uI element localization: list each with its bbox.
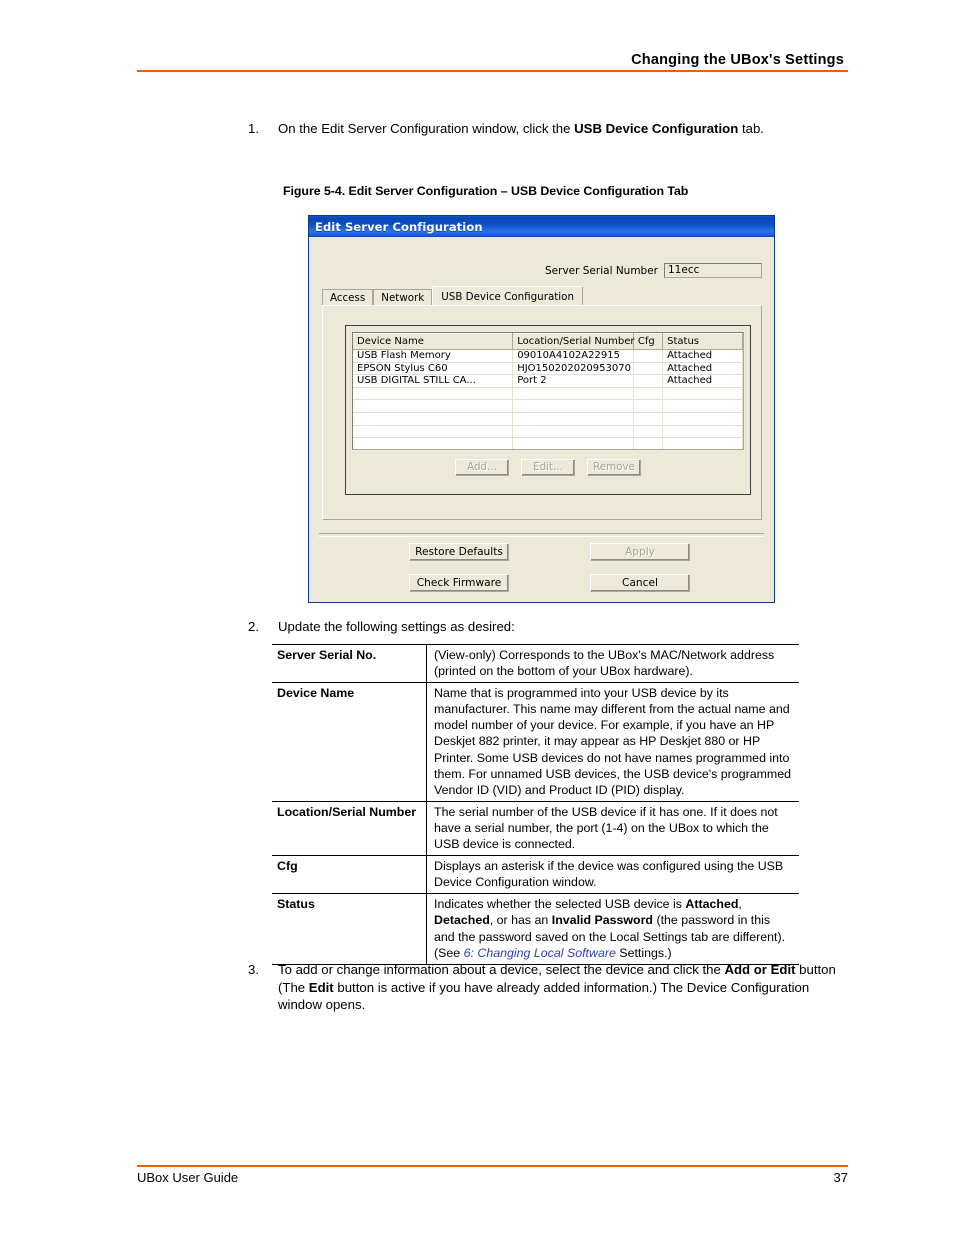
- step-2-text: Update the following settings as desired…: [278, 619, 515, 634]
- step-3: 3. To add or change information about a …: [248, 961, 848, 1014]
- settings-term: Cfg: [272, 855, 427, 895]
- cancel-button[interactable]: Cancel: [590, 574, 690, 592]
- tab-network[interactable]: Network: [373, 289, 433, 305]
- dialog-title: Edit Server Configuration: [315, 219, 483, 234]
- settings-row-cfg: Cfg Displays an asterisk if the device w…: [272, 855, 799, 895]
- column-header-status[interactable]: Status: [662, 333, 743, 350]
- tab-access[interactable]: Access: [322, 289, 374, 305]
- step-1-number: 1.: [248, 121, 259, 136]
- cell-cfg: [633, 349, 664, 363]
- settings-term: Server Serial No.: [272, 643, 427, 684]
- settings-row-server-serial-no: Server Serial No. (View-only) Correspond…: [272, 643, 799, 684]
- check-firmware-button[interactable]: Check Firmware: [409, 574, 509, 592]
- page-header: Changing the UBox's Settings: [137, 52, 848, 72]
- cell-location-serial: Port 2: [512, 374, 634, 388]
- status-bold-detached: Detached: [434, 913, 490, 928]
- column-header-device-name[interactable]: Device Name: [353, 333, 514, 350]
- remove-button[interactable]: Remove: [587, 459, 641, 476]
- edit-button[interactable]: Edit...: [521, 459, 575, 476]
- step-1-bold-term: USB Device Configuration: [574, 121, 739, 136]
- table-row-empty[interactable]: [353, 387, 743, 401]
- settings-row-device-name: Device Name Name that is programmed into…: [272, 682, 799, 802]
- step-3-bold-add-or-edit: Add or Edit: [724, 962, 796, 977]
- step-3-part1: To add or change information about a dev…: [278, 962, 725, 977]
- settings-description: (View-only) Corresponds to the UBox's MA…: [426, 643, 799, 684]
- cell-status: Attached: [662, 349, 743, 363]
- step-3-number: 3.: [248, 962, 259, 977]
- settings-term: Location/Serial Number: [272, 800, 427, 857]
- column-header-cfg[interactable]: Cfg: [633, 333, 664, 350]
- cell-location-serial: 09010A4102A22915: [512, 349, 634, 363]
- figure-caption: Figure 5-4. Edit Server Configuration – …: [283, 184, 689, 198]
- restore-defaults-button[interactable]: Restore Defaults: [409, 543, 509, 561]
- table-header-row: Device Name Location/Serial Number Cfg S…: [353, 333, 743, 350]
- settings-term: Status: [272, 893, 427, 965]
- footer-row: UBox User Guide 37: [137, 1167, 848, 1185]
- cell-status: Attached: [662, 374, 743, 388]
- apply-button[interactable]: Apply: [590, 543, 690, 561]
- settings-description-status: Indicates whether the selected USB devic…: [426, 893, 799, 965]
- tab-usb-device-configuration[interactable]: USB Device Configuration: [432, 286, 583, 305]
- table-row-empty[interactable]: [353, 437, 743, 449]
- step-2: 2. Update the following settings as desi…: [248, 618, 848, 636]
- cell-cfg: [633, 374, 664, 388]
- step-3-text: To add or change information about a dev…: [278, 961, 848, 1014]
- table-row-empty[interactable]: [353, 412, 743, 426]
- status-desc-part2: ,: [738, 897, 742, 912]
- settings-row-location-serial-number: Location/Serial Number The serial number…: [272, 800, 799, 857]
- dialog-tabstrip: Access Network USB Device Configuration: [322, 286, 583, 305]
- server-serial-number-field[interactable]: 11ecc: [664, 263, 762, 278]
- footer-page-number: 37: [833, 1170, 848, 1185]
- settings-description: The serial number of the USB device if i…: [426, 800, 799, 857]
- dialog-titlebar: Edit Server Configuration: [309, 216, 774, 237]
- page-header-title: Changing the UBox's Settings: [631, 52, 844, 68]
- step-3-bold-edit: Edit: [308, 979, 334, 995]
- settings-description: Name that is programmed into your USB de…: [426, 682, 799, 802]
- dialog-separator: [319, 533, 764, 537]
- column-header-location-serial-number[interactable]: Location/Serial Number: [512, 333, 635, 350]
- cell-location-serial: HJO150202020953070: [512, 362, 634, 376]
- step-1-text: On the Edit Server Configuration window,…: [278, 120, 848, 138]
- cell-status: Attached: [662, 362, 743, 376]
- usb-device-configuration-panel: Device Name Location/Serial Number Cfg S…: [322, 305, 762, 520]
- header-divider-rule: [137, 70, 848, 72]
- settings-definition-table: Server Serial No. (View-only) Correspond…: [272, 643, 799, 965]
- device-list-table[interactable]: Device Name Location/Serial Number Cfg S…: [352, 332, 744, 450]
- cell-cfg: [633, 362, 664, 376]
- cell-device-name: EPSON Stylus C60: [353, 362, 514, 376]
- status-bold-invalid-password: Invalid Password: [551, 913, 654, 928]
- status-desc-part1: Indicates whether the selected USB devic…: [434, 897, 686, 912]
- status-bold-attached: Attached: [685, 897, 739, 912]
- table-row[interactable]: USB DIGITAL STILL CA... Port 2 Attached: [353, 374, 743, 388]
- step-1: 1. On the Edit Server Configuration wind…: [248, 120, 848, 138]
- step-3-part3: button is active if you have already add…: [278, 979, 810, 1013]
- table-row-empty[interactable]: [353, 399, 743, 413]
- status-desc-part5: Settings.): [615, 945, 672, 960]
- table-row[interactable]: USB Flash Memory 09010A4102A22915 Attach…: [353, 349, 743, 363]
- table-row-empty[interactable]: [353, 425, 743, 439]
- status-desc-part3: , or has an: [489, 913, 552, 928]
- server-serial-number-row: Server Serial Number 11ecc: [545, 263, 762, 278]
- settings-term: Device Name: [272, 682, 427, 802]
- device-action-buttons: Add... Edit... Remove: [346, 459, 750, 476]
- cell-device-name: USB DIGITAL STILL CA...: [353, 374, 514, 388]
- table-row[interactable]: EPSON Stylus C60 HJO150202020953070 Atta…: [353, 362, 743, 376]
- settings-row-status: Status Indicates whether the selected US…: [272, 893, 799, 965]
- server-serial-number-label: Server Serial Number: [545, 264, 658, 277]
- page-footer: UBox User Guide 37: [137, 1165, 848, 1185]
- changing-local-software-link[interactable]: 6: Changing Local Software: [464, 946, 616, 960]
- footer-document-title: UBox User Guide: [137, 1170, 239, 1185]
- step-2-number: 2.: [248, 619, 259, 634]
- step-1-text-after: tab.: [738, 121, 764, 136]
- dialog-body: Server Serial Number 11ecc Access Networ…: [309, 237, 774, 602]
- device-list-group: Device Name Location/Serial Number Cfg S…: [345, 325, 751, 495]
- settings-description: Displays an asterisk if the device was c…: [426, 855, 799, 895]
- cell-device-name: USB Flash Memory: [353, 349, 514, 363]
- step-1-text-before: On the Edit Server Configuration window,…: [278, 121, 575, 136]
- edit-server-configuration-dialog: Edit Server Configuration Server Serial …: [308, 215, 775, 603]
- add-button[interactable]: Add...: [455, 459, 509, 476]
